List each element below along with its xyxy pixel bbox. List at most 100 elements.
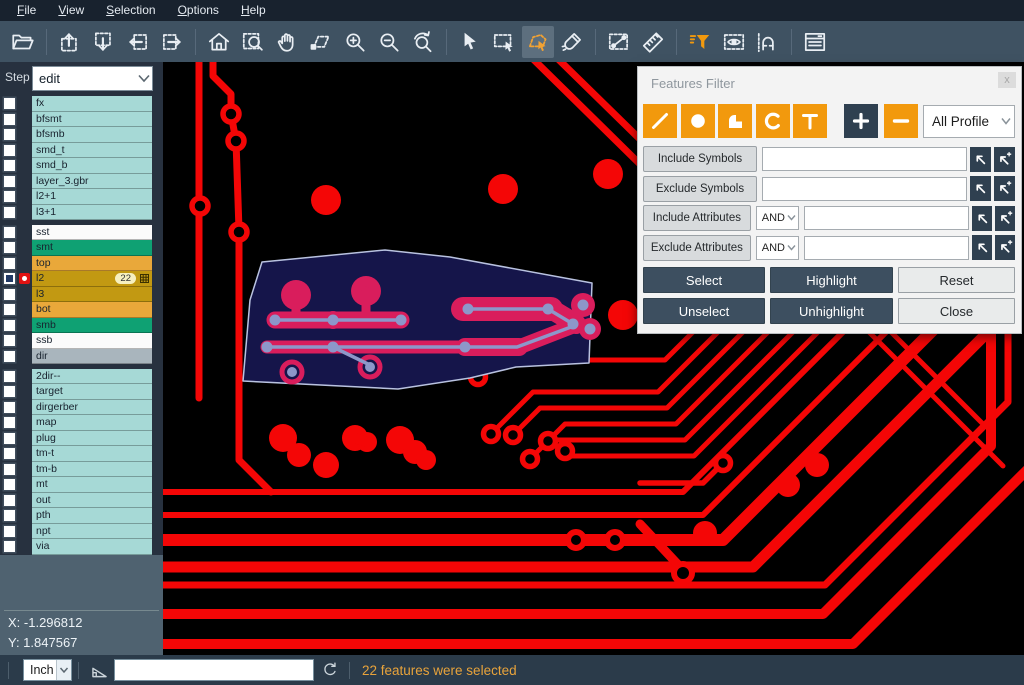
unselect-button[interactable]: Unselect [643, 298, 765, 324]
move-up-button[interactable] [54, 26, 86, 58]
layer-row-sst[interactable]: sst [0, 225, 163, 241]
open-file-button[interactable] [7, 26, 39, 58]
checkbox[interactable] [4, 371, 15, 382]
exclude-attributes-input[interactable] [804, 236, 969, 260]
filter-text-button[interactable] [793, 104, 827, 138]
layer-visibility-checkbox[interactable] [0, 417, 19, 428]
layer-row-l3+1[interactable]: l3+1 [0, 205, 163, 221]
layer-visibility-checkbox[interactable] [0, 242, 19, 253]
select-polygon-button[interactable] [522, 26, 554, 58]
select-button[interactable]: Select [643, 267, 765, 293]
dialog-title-bar[interactable]: Features Filter x [638, 67, 1021, 99]
highlight-button[interactable]: Highlight [770, 267, 893, 293]
checkbox[interactable] [4, 433, 15, 444]
checkbox[interactable] [4, 129, 15, 140]
layer-row-tm-t[interactable]: tm-t [0, 446, 163, 462]
angle-mode-icon[interactable] [89, 660, 110, 681]
view-options-button[interactable] [718, 26, 750, 58]
layer-row-2dir--[interactable]: 2dir-- [0, 369, 163, 385]
layer-name-bar[interactable]: smt [32, 240, 152, 256]
include-attributes-pick-button[interactable] [972, 206, 992, 231]
checkbox[interactable] [4, 258, 15, 269]
layer-row-smb[interactable]: smb [0, 318, 163, 334]
dialog-close-button[interactable]: x [998, 72, 1016, 88]
layer-name-bar[interactable]: l3+1 [32, 205, 152, 221]
snap-button[interactable] [752, 26, 784, 58]
exclude-symbols-pick-button[interactable] [970, 176, 991, 201]
layer-visibility-checkbox[interactable] [0, 304, 19, 315]
layer-row-via[interactable]: via [0, 539, 163, 555]
checkbox[interactable] [4, 417, 15, 428]
layer-name-bar[interactable]: ssb [32, 333, 152, 349]
layer-row-plug[interactable]: plug [0, 431, 163, 447]
layer-name-bar[interactable]: top [32, 256, 152, 272]
checkbox[interactable] [4, 242, 15, 253]
checkbox[interactable] [4, 526, 15, 537]
layer-name-bar[interactable]: plug [32, 431, 152, 447]
layer-row-smd_b[interactable]: smd_b [0, 158, 163, 174]
exclude-attributes-operator-dropdown[interactable]: AND [756, 236, 800, 260]
layer-name-bar[interactable]: l222 [32, 271, 152, 287]
filter-surface-button[interactable] [718, 104, 752, 138]
zoom-out-button[interactable] [373, 26, 405, 58]
layer-name-bar[interactable]: npt [32, 524, 152, 540]
pan-button[interactable] [271, 26, 303, 58]
layer-name-bar[interactable]: dir [32, 349, 152, 365]
exclude-symbols-input[interactable] [762, 177, 967, 201]
layer-name-bar[interactable]: map [32, 415, 152, 431]
layer-name-bar[interactable]: sst [32, 225, 152, 241]
exclude-attributes-pick-button[interactable] [972, 235, 992, 260]
layer-visibility-checkbox[interactable] [0, 351, 19, 362]
layer-row-l3[interactable]: l3 [0, 287, 163, 303]
checkbox[interactable] [4, 479, 15, 490]
checkbox[interactable] [4, 114, 15, 125]
checkbox[interactable] [4, 207, 15, 218]
layer-visibility-checkbox[interactable] [0, 495, 19, 506]
zoom-area-button[interactable] [237, 26, 269, 58]
exclude-symbols-pick-add-button[interactable] [994, 176, 1015, 201]
menu-view[interactable]: View [47, 0, 95, 21]
zoom-polygon-button[interactable] [305, 26, 337, 58]
layer-row-map[interactable]: map [0, 415, 163, 431]
layer-visibility-checkbox[interactable] [0, 386, 19, 397]
checkbox[interactable] [4, 464, 15, 475]
layer-row-ssb[interactable]: ssb [0, 333, 163, 349]
checkbox[interactable] [4, 320, 15, 331]
layer-row-l2[interactable]: l222 [0, 271, 163, 287]
include-symbols-pick-add-button[interactable] [994, 147, 1015, 172]
layer-row-dirgerber[interactable]: dirgerber [0, 400, 163, 416]
layer-visibility-checkbox[interactable] [0, 273, 19, 284]
select-rectangle-button[interactable] [488, 26, 520, 58]
layer-name-bar[interactable]: layer_3.gbr [32, 174, 152, 190]
menu-help[interactable]: Help [230, 0, 277, 21]
layer-name-bar[interactable]: via [32, 539, 152, 555]
measure-ruler-button[interactable] [637, 26, 669, 58]
layer-row-npt[interactable]: npt [0, 524, 163, 540]
menu-selection[interactable]: Selection [95, 0, 166, 21]
layer-visibility-checkbox[interactable] [0, 479, 19, 490]
command-input[interactable] [114, 659, 314, 681]
checkbox[interactable] [4, 273, 15, 284]
checkbox[interactable] [4, 541, 15, 552]
layer-row-smd_t[interactable]: smd_t [0, 143, 163, 159]
layer-visibility-checkbox[interactable] [0, 526, 19, 537]
layer-name-bar[interactable]: smd_b [32, 158, 152, 174]
include-symbols-pick-button[interactable] [970, 147, 991, 172]
layer-visibility-checkbox[interactable] [0, 289, 19, 300]
exclude-attributes-pick-add-button[interactable] [995, 235, 1015, 260]
layer-name-bar[interactable]: l3 [32, 287, 152, 303]
layer-visibility-checkbox[interactable] [0, 191, 19, 202]
move-left-button[interactable] [122, 26, 154, 58]
layer-name-bar[interactable]: pth [32, 508, 152, 524]
layer-row-bfsmt[interactable]: bfsmt [0, 112, 163, 128]
layer-visibility-checkbox[interactable] [0, 114, 19, 125]
layer-visibility-checkbox[interactable] [0, 227, 19, 238]
move-right-button[interactable] [156, 26, 188, 58]
move-down-button[interactable] [88, 26, 120, 58]
layer-name-bar[interactable]: smd_t [32, 143, 152, 159]
layer-visibility-checkbox[interactable] [0, 448, 19, 459]
exclude-attributes-button[interactable]: Exclude Attributes [643, 235, 751, 261]
checkbox[interactable] [4, 191, 15, 202]
layer-name-bar[interactable]: tm-b [32, 462, 152, 478]
layer-name-bar[interactable]: target [32, 384, 152, 400]
